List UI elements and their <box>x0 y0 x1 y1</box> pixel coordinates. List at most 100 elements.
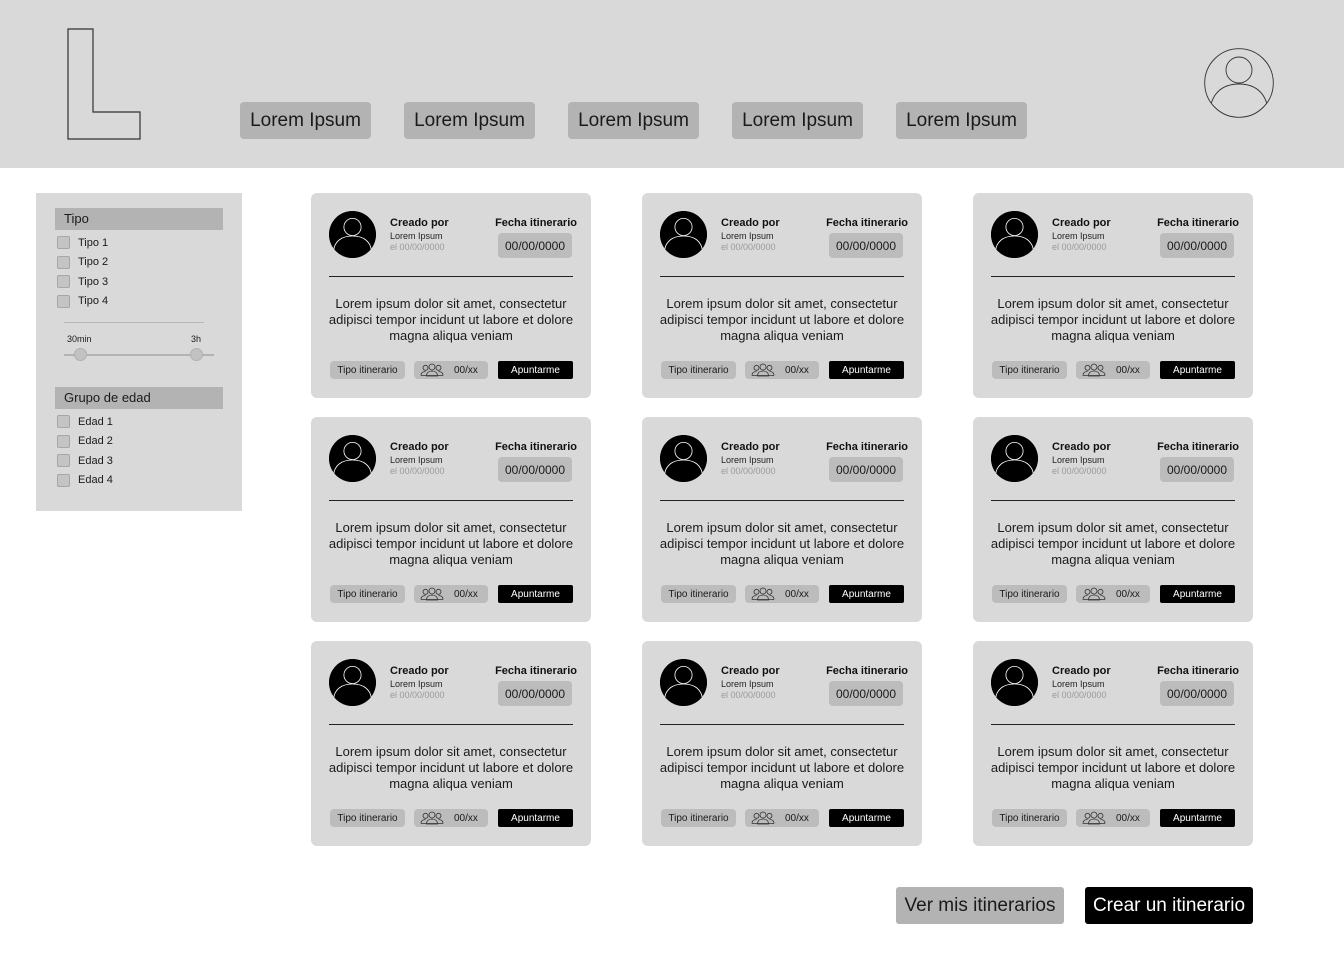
filter-edad-3[interactable]: Edad 3 <box>57 451 113 471</box>
participants-chip: 00/xx <box>414 809 488 827</box>
card-divider <box>329 724 573 725</box>
participants-count: 00/xx <box>454 812 478 824</box>
creator-name[interactable]: Lorem Ipsum <box>390 455 443 465</box>
created-by-title: Creado por <box>721 665 780 677</box>
filter-edad-title: Grupo de edad <box>55 387 223 409</box>
join-button[interactable]: Apuntarme <box>498 809 573 827</box>
my-itineraries-button[interactable]: Ver mis itinerarios <box>896 887 1064 924</box>
participants-chip: 00/xx <box>1076 361 1150 379</box>
filter-edad-2[interactable]: Edad 2 <box>57 432 113 452</box>
itinerary-description: Lorem ipsum dolor sit amet, consectetur … <box>990 296 1236 343</box>
checkbox[interactable] <box>57 473 70 487</box>
checkbox[interactable] <box>57 236 70 250</box>
participants-count: 00/xx <box>1116 588 1140 600</box>
join-button[interactable]: Apuntarme <box>1160 361 1235 379</box>
filter-divider <box>64 322 204 323</box>
creator-name[interactable]: Lorem Ipsum <box>390 679 443 689</box>
group-icon <box>1082 363 1106 377</box>
card-divider <box>991 276 1235 277</box>
itinerary-date-value: 00/00/0000 <box>829 681 903 706</box>
itinerary-type-chip: Tipo itinerario <box>661 585 736 603</box>
participants-chip: 00/xx <box>745 585 819 603</box>
created-date: el 00/00/0000 <box>1052 242 1107 252</box>
itinerary-description: Lorem ipsum dolor sit amet, consectetur … <box>659 744 905 791</box>
join-button[interactable]: Apuntarme <box>1160 809 1235 827</box>
user-avatar-icon[interactable] <box>1204 48 1274 118</box>
created-date: el 00/00/0000 <box>1052 466 1107 476</box>
itinerary-date-value: 00/00/0000 <box>829 457 903 482</box>
nav-item-3[interactable]: Lorem Ipsum <box>568 102 699 139</box>
join-button[interactable]: Apuntarme <box>829 809 904 827</box>
checkbox[interactable] <box>57 255 70 269</box>
join-button[interactable]: Apuntarme <box>1160 585 1235 603</box>
filter-edad-1[interactable]: Edad 1 <box>57 412 113 432</box>
participants-count: 00/xx <box>785 364 809 376</box>
checkbox[interactable] <box>57 275 70 289</box>
itinerary-date-title: Fecha itinerario <box>495 217 577 229</box>
duration-min-handle[interactable] <box>74 348 87 361</box>
itinerary-date-value: 00/00/0000 <box>1160 457 1234 482</box>
nav-item-5[interactable]: Lorem Ipsum <box>896 102 1027 139</box>
itinerary-date-title: Fecha itinerario <box>1157 665 1239 677</box>
creator-name[interactable]: Lorem Ipsum <box>1052 679 1105 689</box>
filter-label: Edad 3 <box>78 454 113 467</box>
filter-label: Edad 4 <box>78 474 113 487</box>
logo-icon[interactable] <box>67 28 141 140</box>
group-icon <box>1082 587 1106 601</box>
nav-item-2[interactable]: Lorem Ipsum <box>404 102 535 139</box>
create-itinerary-button[interactable]: Crear un itinerario <box>1085 887 1253 924</box>
group-icon <box>751 363 775 377</box>
participants-count: 00/xx <box>454 588 478 600</box>
creator-name[interactable]: Lorem Ipsum <box>1052 231 1105 241</box>
creator-avatar-icon <box>329 211 376 258</box>
checkbox[interactable] <box>57 294 70 308</box>
itinerary-date-title: Fecha itinerario <box>1157 217 1239 229</box>
created-date: el 00/00/0000 <box>721 242 776 252</box>
duration-max-handle[interactable] <box>190 348 203 361</box>
group-icon <box>420 363 444 377</box>
filter-edad-list: Edad 1 Edad 2 Edad 3 Edad 4 <box>57 412 113 490</box>
filter-tipo-1[interactable]: Tipo 1 <box>57 233 108 253</box>
itinerary-description: Lorem ipsum dolor sit amet, consectetur … <box>659 296 905 343</box>
created-date: el 00/00/0000 <box>390 242 445 252</box>
card-divider <box>991 724 1235 725</box>
filter-label: Edad 1 <box>78 415 113 428</box>
creator-name[interactable]: Lorem Ipsum <box>721 679 774 689</box>
creator-name[interactable]: Lorem Ipsum <box>390 231 443 241</box>
filter-tipo-4[interactable]: Tipo 4 <box>57 292 108 312</box>
participants-count: 00/xx <box>1116 364 1140 376</box>
itinerary-type-chip: Tipo itinerario <box>992 361 1067 379</box>
participants-chip: 00/xx <box>414 585 488 603</box>
created-by-title: Creado por <box>721 441 780 453</box>
checkbox[interactable] <box>57 434 70 448</box>
nav-item-1[interactable]: Lorem Ipsum <box>240 102 371 139</box>
created-date: el 00/00/0000 <box>721 466 776 476</box>
participants-count: 00/xx <box>785 588 809 600</box>
itinerary-type-chip: Tipo itinerario <box>661 809 736 827</box>
itinerary-card: Creado por Lorem Ipsum el 00/00/0000 Fec… <box>642 641 922 846</box>
itinerary-type-chip: Tipo itinerario <box>330 809 405 827</box>
creator-name[interactable]: Lorem Ipsum <box>1052 455 1105 465</box>
filter-edad-4[interactable]: Edad 4 <box>57 471 113 491</box>
participants-count: 00/xx <box>1116 812 1140 824</box>
created-date: el 00/00/0000 <box>390 466 445 476</box>
filter-tipo-2[interactable]: Tipo 2 <box>57 253 108 273</box>
creator-avatar-icon <box>329 659 376 706</box>
creator-avatar-icon <box>991 659 1038 706</box>
nav-item-4[interactable]: Lorem Ipsum <box>732 102 863 139</box>
creator-avatar-icon <box>991 435 1038 482</box>
creator-name[interactable]: Lorem Ipsum <box>721 231 774 241</box>
filter-tipo-3[interactable]: Tipo 3 <box>57 272 108 292</box>
creator-name[interactable]: Lorem Ipsum <box>721 455 774 465</box>
filters-panel: Tipo Tipo 1 Tipo 2 Tipo 3 Tipo 4 30min 3… <box>36 193 242 511</box>
join-button[interactable]: Apuntarme <box>498 585 573 603</box>
group-icon <box>1082 811 1106 825</box>
card-divider <box>660 500 904 501</box>
checkbox[interactable] <box>57 415 70 429</box>
creator-avatar-icon <box>329 435 376 482</box>
checkbox[interactable] <box>57 454 70 468</box>
join-button[interactable]: Apuntarme <box>829 585 904 603</box>
join-button[interactable]: Apuntarme <box>829 361 904 379</box>
itinerary-type-chip: Tipo itinerario <box>992 585 1067 603</box>
join-button[interactable]: Apuntarme <box>498 361 573 379</box>
